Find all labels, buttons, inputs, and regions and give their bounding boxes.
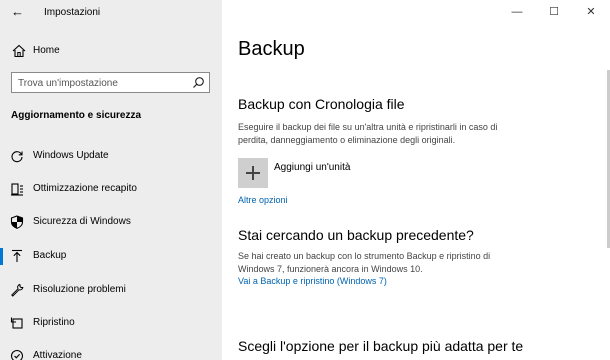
back-arrow-icon[interactable]: ← bbox=[11, 5, 24, 19]
sidebar-item-label: Ottimizzazione recapito bbox=[33, 183, 137, 194]
sidebar-item-windows-update[interactable]: Windows Update bbox=[0, 142, 222, 170]
search-box[interactable] bbox=[11, 72, 210, 93]
sidebar-item-backup[interactable]: Backup bbox=[0, 242, 222, 270]
sidebar-item-label: Backup bbox=[33, 250, 67, 261]
add-drive-label[interactable]: Aggiungi un'unità bbox=[274, 162, 350, 173]
sidebar-item-label: Ripristino bbox=[33, 317, 75, 328]
restore-icon bbox=[10, 317, 23, 329]
backup-restore-win7-link[interactable]: Vai a Backup e ripristino (Windows 7) bbox=[238, 276, 387, 286]
older-backup-description: Se hai creato un backup con lo strumento… bbox=[238, 251, 491, 274]
check-circle-icon bbox=[10, 349, 24, 360]
sidebar-item-ripristino[interactable]: Ripristino bbox=[0, 309, 222, 337]
older-backup-heading: Stai cercando un backup precedente? bbox=[238, 227, 474, 243]
active-indicator bbox=[0, 248, 3, 265]
page-title: Backup bbox=[238, 38, 305, 60]
file-history-heading: Backup con Cronologia file bbox=[238, 96, 405, 112]
search-input[interactable] bbox=[18, 76, 188, 90]
sidebar-item-sicurezza-di-windows[interactable]: Sicurezza di Windows bbox=[0, 208, 222, 236]
sidebar-item-label: Attivazione bbox=[33, 350, 82, 360]
sidebar-item-label: Windows Update bbox=[33, 150, 109, 161]
section-title: Aggiornamento e sicurezza bbox=[11, 110, 142, 121]
minimize-button[interactable]: — bbox=[500, 0, 534, 24]
sidebar: ← Impostazioni Home Aggiornamento e sicu… bbox=[0, 0, 222, 360]
more-options-link[interactable]: Altre opzioni bbox=[238, 195, 288, 205]
sidebar-item-label: Risoluzione problemi bbox=[33, 284, 126, 295]
home-label: Home bbox=[33, 45, 60, 56]
shield-icon bbox=[10, 215, 24, 229]
upload-arrow-icon bbox=[12, 249, 22, 262]
close-button[interactable]: ✕ bbox=[574, 0, 608, 24]
main-content: — ☐ ✕ Backup Backup con Cronologia file … bbox=[222, 0, 610, 360]
add-drive-button[interactable] bbox=[238, 158, 268, 188]
sidebar-item-risoluzione-problemi[interactable]: Risoluzione problemi bbox=[0, 276, 222, 304]
file-history-description: Eseguire il backup dei file su un'altra … bbox=[238, 122, 498, 145]
home-icon bbox=[12, 44, 26, 58]
sidebar-item-attivazione[interactable]: Attivazione bbox=[0, 342, 222, 360]
sidebar-item-home[interactable]: Home bbox=[0, 40, 222, 62]
sidebar-item-label: Sicurezza di Windows bbox=[33, 216, 131, 227]
choose-option-heading: Scegli l'opzione per il backup più adatt… bbox=[238, 338, 524, 354]
window-controls: — ☐ ✕ bbox=[500, 0, 610, 24]
sidebar-item-ottimizzazione-recapito[interactable]: Ottimizzazione recapito bbox=[0, 175, 222, 203]
plus-icon-vertical bbox=[252, 166, 254, 180]
wrench-icon bbox=[11, 283, 24, 297]
search-icon[interactable] bbox=[192, 76, 205, 89]
delivery-icon bbox=[11, 183, 23, 196]
app-title: Impostazioni bbox=[44, 7, 101, 18]
maximize-button[interactable]: ☐ bbox=[537, 0, 571, 24]
refresh-icon bbox=[11, 151, 23, 163]
